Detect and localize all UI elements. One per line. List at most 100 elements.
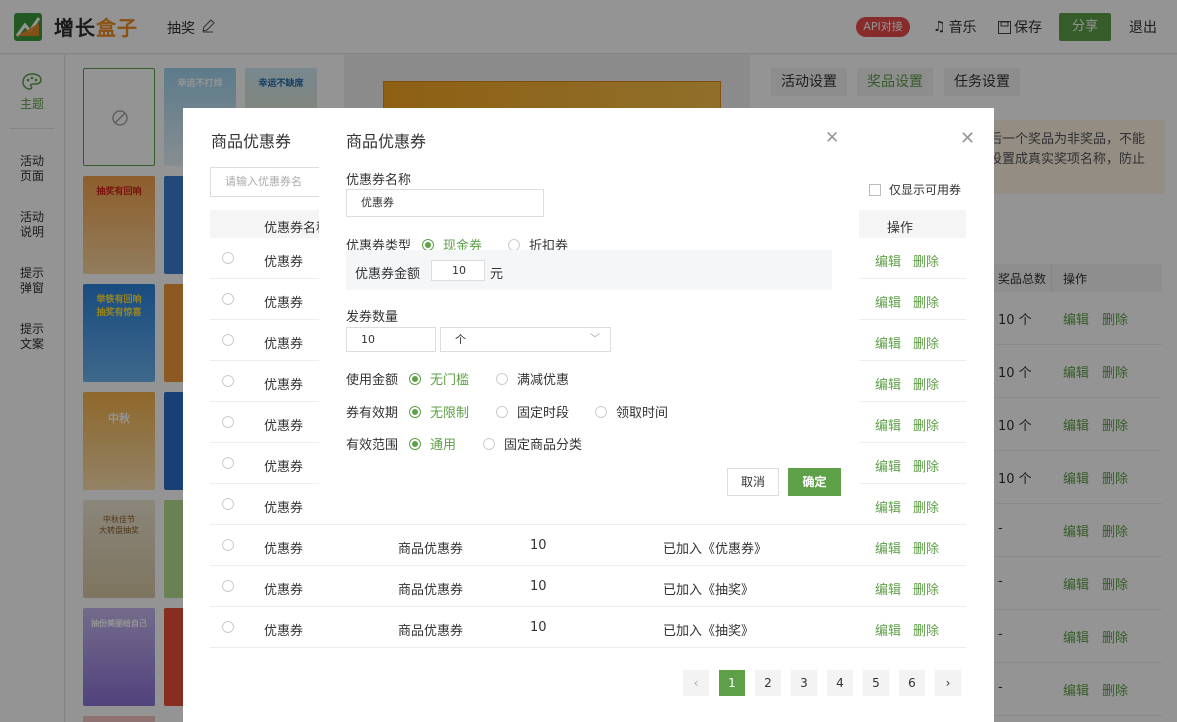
coupon-name: 优惠券 bbox=[264, 419, 304, 434]
page-button[interactable]: 5 bbox=[863, 670, 889, 696]
delete-link[interactable]: 删除 bbox=[913, 456, 939, 475]
coupon-status: 已加入《抽奖》 bbox=[663, 583, 755, 598]
coupon-count: 10 bbox=[530, 579, 547, 594]
radio-icon bbox=[483, 437, 495, 450]
row-radio[interactable] bbox=[222, 580, 234, 592]
page-button[interactable]: 1 bbox=[719, 670, 745, 696]
page-button[interactable]: 2 bbox=[755, 670, 781, 696]
edit-link[interactable]: 编辑 bbox=[875, 497, 901, 516]
radio-label: 无限制 bbox=[430, 406, 470, 421]
next-page-button[interactable]: › bbox=[935, 670, 961, 696]
row-radio[interactable] bbox=[222, 457, 234, 469]
valid-unlimited-radio[interactable]: 无限制 bbox=[409, 402, 469, 421]
edit-link[interactable]: 编辑 bbox=[875, 374, 901, 393]
name-label: 优惠券名称 bbox=[346, 173, 412, 188]
delete-link[interactable]: 删除 bbox=[913, 538, 939, 557]
radio-icon bbox=[409, 372, 421, 385]
coupon-count: 10 bbox=[530, 538, 547, 553]
row-radio[interactable] bbox=[222, 498, 234, 510]
coupon-type: 商品优惠券 bbox=[398, 542, 464, 557]
radio-icon bbox=[409, 437, 421, 450]
pagination: ‹ 123456 › bbox=[683, 670, 961, 696]
row-radio[interactable] bbox=[222, 416, 234, 428]
valid-claim-radio[interactable]: 领取时间 bbox=[595, 402, 668, 421]
row-radio[interactable] bbox=[222, 334, 234, 346]
coupon-name: 优惠券 bbox=[264, 583, 304, 598]
use-label: 使用金额 bbox=[346, 373, 399, 388]
use-none-radio[interactable]: 无门槛 bbox=[409, 369, 469, 388]
delete-link[interactable]: 删除 bbox=[913, 415, 939, 434]
amount-label: 优惠券金额 bbox=[355, 267, 421, 282]
coupon-row[interactable]: 优惠券 商品优惠券 10 已加入《抽奖》 编辑 删除 bbox=[210, 607, 966, 648]
edit-link[interactable]: 编辑 bbox=[875, 538, 901, 557]
prev-page-button[interactable]: ‹ bbox=[683, 670, 709, 696]
checkbox-icon bbox=[869, 183, 881, 196]
row-radio[interactable] bbox=[222, 252, 234, 264]
valid-fixed-radio[interactable]: 固定时段 bbox=[496, 402, 569, 421]
row-radio[interactable] bbox=[222, 293, 234, 305]
coupon-name: 优惠券 bbox=[264, 255, 304, 270]
scope-all-radio[interactable]: 通用 bbox=[409, 434, 456, 453]
row-radio[interactable] bbox=[222, 621, 234, 633]
page-button[interactable]: 6 bbox=[899, 670, 925, 696]
edit-link[interactable]: 编辑 bbox=[875, 415, 901, 434]
coupon-name: 优惠券 bbox=[264, 378, 304, 393]
coupon-status: 已加入《抽奖》 bbox=[663, 624, 755, 639]
modal-title: 商品优惠券 bbox=[346, 132, 427, 151]
amount-input[interactable]: 10 bbox=[431, 260, 485, 281]
qty-label: 发券数量 bbox=[346, 310, 399, 325]
valid-label: 券有效期 bbox=[346, 406, 399, 421]
dialog-title: 商品优惠券 bbox=[211, 132, 292, 151]
delete-link[interactable]: 删除 bbox=[913, 497, 939, 516]
coupon-name-input[interactable]: 优惠券 bbox=[346, 189, 544, 217]
row-radio[interactable] bbox=[222, 539, 234, 551]
coupon-name: 优惠券 bbox=[264, 460, 304, 475]
edit-link[interactable]: 编辑 bbox=[875, 620, 901, 639]
coupon-name: 优惠券 bbox=[264, 624, 304, 639]
coupon-name: 优惠券 bbox=[264, 501, 304, 516]
close-icon[interactable]: ✕ bbox=[825, 128, 839, 148]
coupon-row[interactable]: 优惠券 商品优惠券 10 已加入《优惠券》 编辑 删除 bbox=[210, 525, 966, 566]
delete-link[interactable]: 删除 bbox=[913, 374, 939, 393]
delete-link[interactable]: 删除 bbox=[913, 620, 939, 639]
confirm-button[interactable]: 确定 bbox=[788, 468, 841, 496]
coupon-row[interactable]: 优惠券 商品优惠券 10 已加入《抽奖》 编辑 删除 bbox=[210, 566, 966, 607]
coupon-name: 优惠券 bbox=[264, 296, 304, 311]
delete-link[interactable]: 删除 bbox=[913, 292, 939, 311]
use-threshold-radio[interactable]: 满减优惠 bbox=[496, 369, 569, 388]
coupon-name: 优惠券 bbox=[264, 337, 304, 352]
scope-label: 有效范围 bbox=[346, 438, 399, 453]
row-radio[interactable] bbox=[222, 375, 234, 387]
radio-label: 通用 bbox=[430, 438, 457, 453]
page-button[interactable]: 4 bbox=[827, 670, 853, 696]
radio-icon bbox=[409, 405, 421, 418]
radio-label: 无门槛 bbox=[430, 373, 470, 388]
page-list: 123456 bbox=[719, 670, 925, 696]
delete-link[interactable]: 删除 bbox=[913, 251, 939, 270]
qty-unit-select[interactable]: 个 ﹀ bbox=[440, 327, 611, 352]
edit-link[interactable]: 编辑 bbox=[875, 579, 901, 598]
cancel-button[interactable]: 取消 bbox=[727, 468, 779, 496]
coupon-type: 商品优惠券 bbox=[398, 583, 464, 598]
col-action: 操作 bbox=[887, 221, 914, 236]
only-available-checkbox[interactable]: 仅显示可用券 bbox=[869, 181, 961, 198]
edit-link[interactable]: 编辑 bbox=[875, 333, 901, 352]
edit-link[interactable]: 编辑 bbox=[875, 292, 901, 311]
close-icon[interactable]: ✕ bbox=[960, 128, 975, 149]
page-button[interactable]: 3 bbox=[791, 670, 817, 696]
edit-link[interactable]: 编辑 bbox=[875, 456, 901, 475]
coupon-name: 优惠券 bbox=[264, 542, 304, 557]
delete-link[interactable]: 删除 bbox=[913, 333, 939, 352]
radio-label: 固定时段 bbox=[517, 406, 570, 421]
delete-link[interactable]: 删除 bbox=[913, 579, 939, 598]
edit-link[interactable]: 编辑 bbox=[875, 251, 901, 270]
amount-unit: 元 bbox=[490, 267, 504, 282]
scope-category-radio[interactable]: 固定商品分类 bbox=[483, 434, 582, 453]
qty-unit-value: 个 bbox=[455, 333, 466, 346]
checkbox-label: 仅显示可用券 bbox=[889, 183, 962, 197]
qty-input[interactable]: 10 bbox=[346, 327, 436, 352]
coupon-count: 10 bbox=[530, 620, 547, 635]
radio-label: 固定商品分类 bbox=[504, 438, 583, 453]
radio-icon bbox=[508, 238, 520, 251]
radio-label: 领取时间 bbox=[616, 406, 669, 421]
